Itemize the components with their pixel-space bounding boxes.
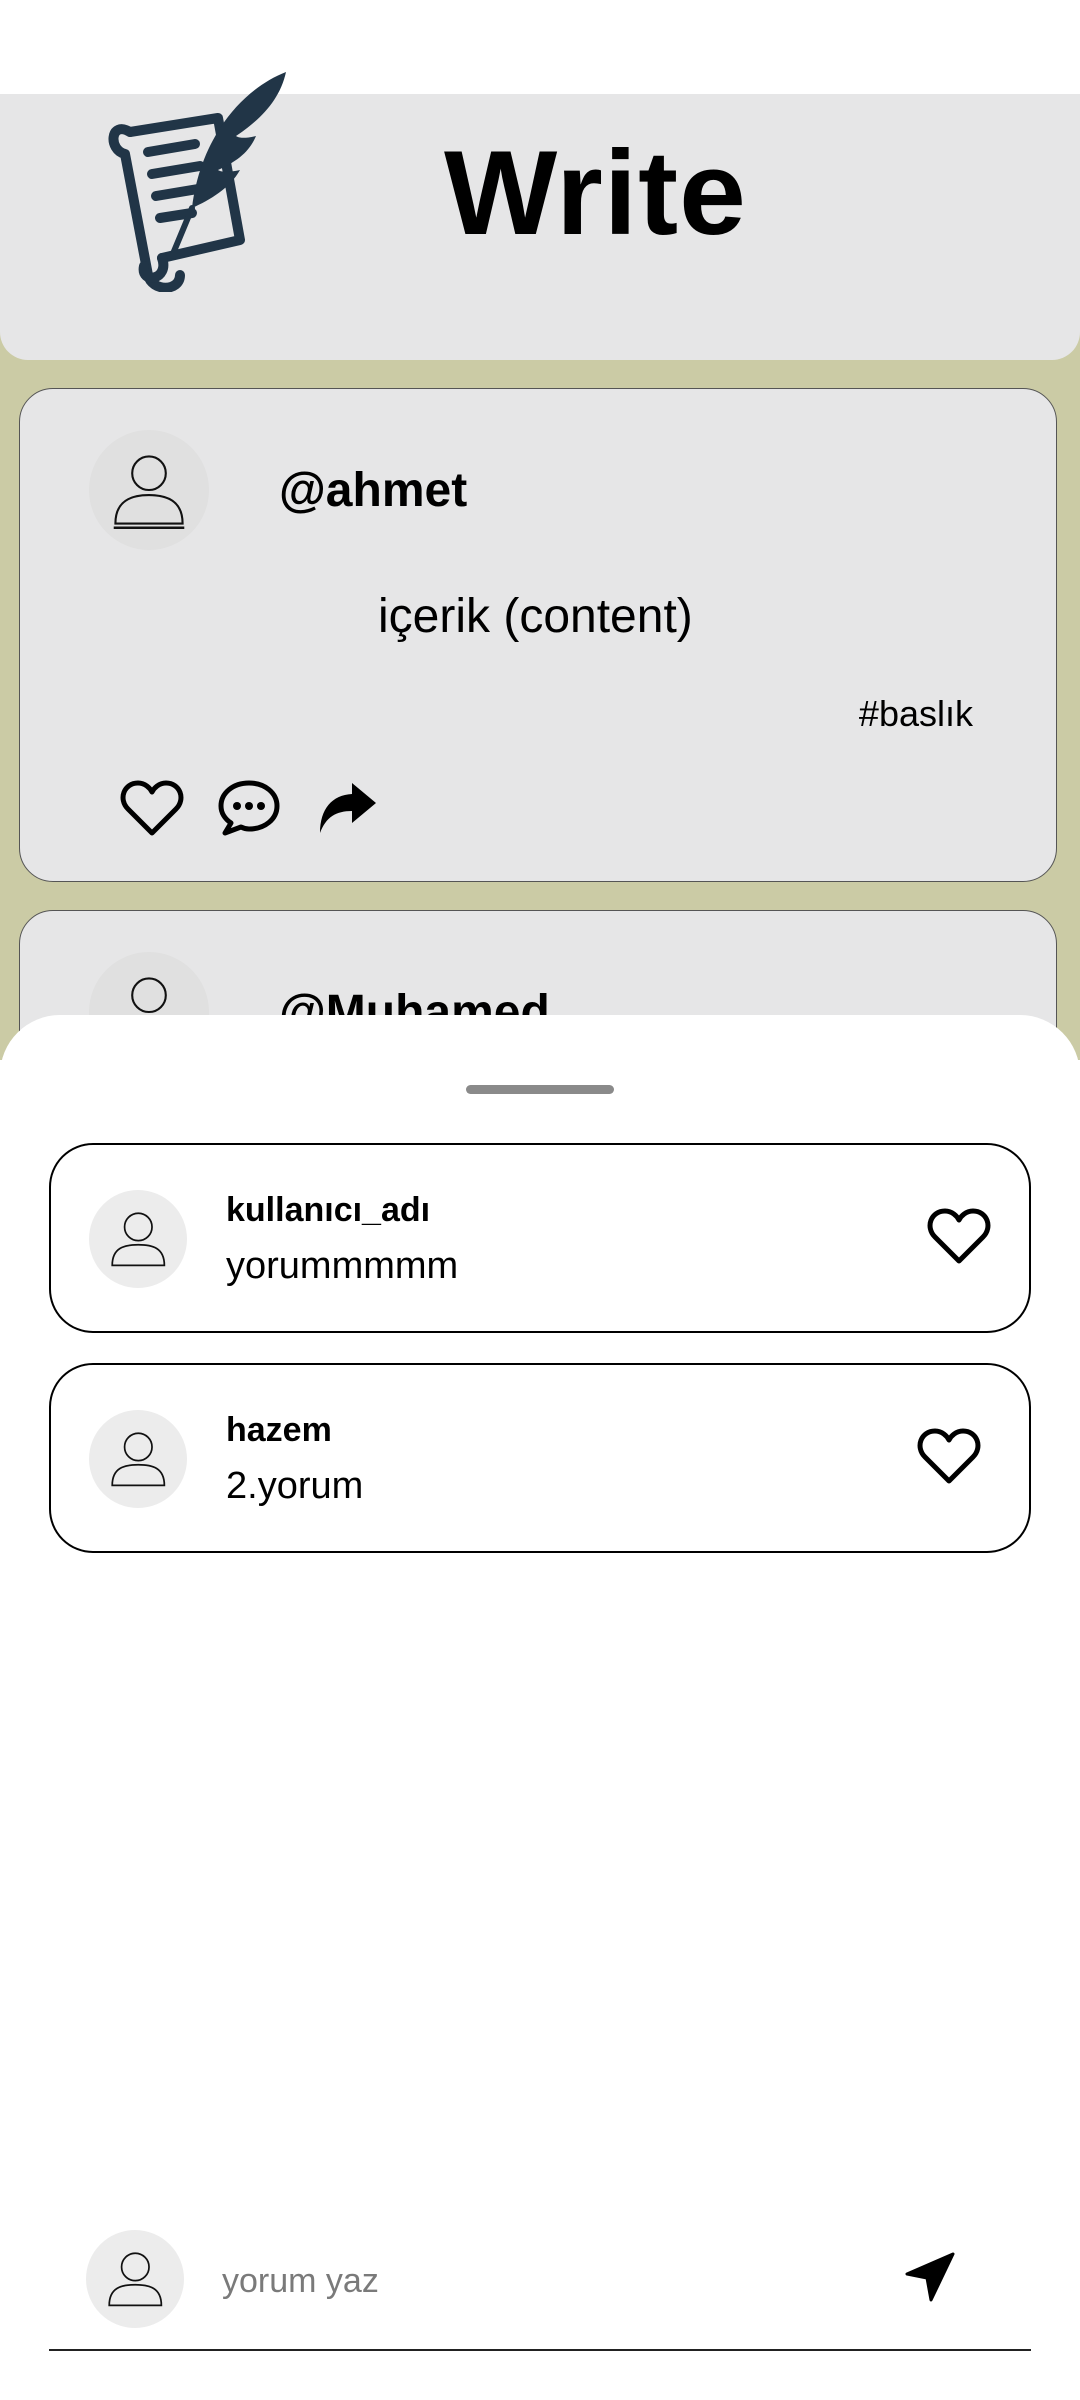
comment-item: hazem 2.yorum: [49, 1363, 1031, 1553]
comment-item: kullanıcı_adı yorummmmm: [49, 1143, 1031, 1333]
post-content: içerik (content): [378, 590, 693, 643]
comment-username[interactable]: kullanıcı_adı: [226, 1191, 430, 1230]
avatar[interactable]: [89, 430, 209, 550]
avatar: [86, 2230, 184, 2328]
comment-text: yorummmmm: [226, 1245, 459, 1287]
post-tag[interactable]: #baslık: [859, 693, 973, 735]
comments-bottom-sheet: kullanıcı_adı yorummmmm hazem 2.yorum: [0, 1015, 1080, 2400]
user-icon: [111, 1432, 165, 1486]
user-icon: [113, 455, 185, 530]
scroll-quill-icon: [100, 70, 290, 293]
user-icon: [111, 1212, 165, 1266]
avatar[interactable]: [89, 1410, 187, 1508]
post-card[interactable]: @ahmet içerik (content) #baslık: [19, 388, 1057, 882]
input-underline: [49, 2349, 1031, 2351]
post-username[interactable]: @ahmet: [279, 463, 467, 518]
heart-icon[interactable]: [927, 1207, 991, 1265]
user-icon: [108, 2252, 162, 2306]
app-title: Write: [444, 126, 747, 260]
share-arrow-icon[interactable]: [314, 779, 378, 837]
comment-text: 2.yorum: [226, 1465, 364, 1507]
send-arrow-icon[interactable]: [903, 2250, 957, 2304]
comment-username[interactable]: hazem: [226, 1411, 332, 1450]
app-header: Write: [0, 72, 1080, 360]
drag-handle[interactable]: [466, 1085, 614, 1094]
comment-input[interactable]: [220, 2250, 864, 2312]
avatar[interactable]: [89, 1190, 187, 1288]
comment-bubble-icon[interactable]: [217, 779, 281, 837]
heart-icon[interactable]: [120, 779, 184, 837]
heart-icon[interactable]: [917, 1427, 981, 1485]
